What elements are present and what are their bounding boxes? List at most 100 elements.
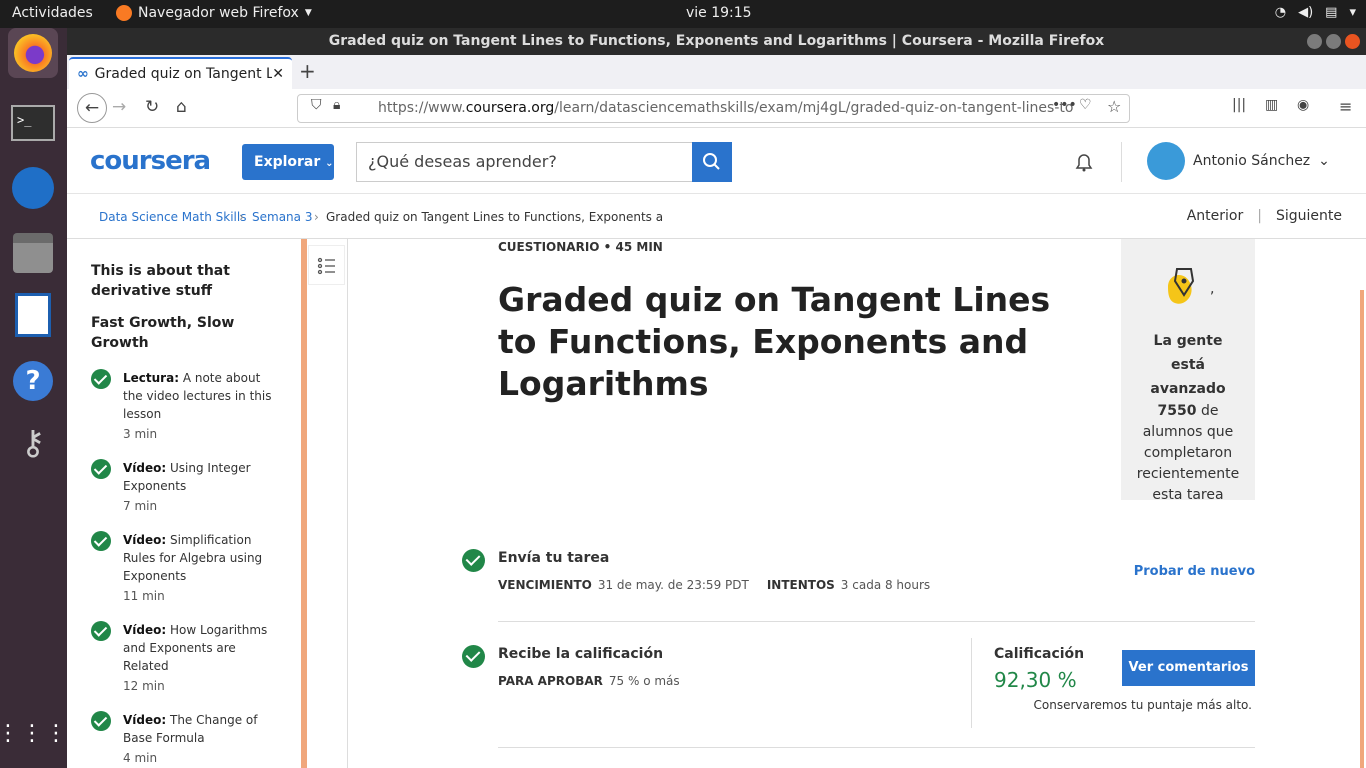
item-duration: 11 min [123, 589, 165, 603]
dock-help[interactable]: ? [8, 356, 58, 406]
new-tab-button[interactable]: + [299, 59, 316, 83]
completed-check-icon [91, 711, 111, 731]
item-duration: 12 min [123, 679, 165, 693]
pass-label: PARA APROBAR [498, 674, 603, 688]
dock-passwords[interactable]: ⚷ [8, 418, 58, 468]
activities-button[interactable]: Actividades [12, 5, 93, 21]
bookmark-star-icon[interactable]: ☆ [1107, 97, 1121, 116]
completed-check-icon [91, 459, 111, 479]
next-link[interactable]: Siguiente [1276, 208, 1342, 224]
clock[interactable]: vie 19:15 [686, 5, 752, 21]
main-content: CUESTIONARIO • 45 MIN Graded quiz on Tan… [347, 239, 1357, 768]
breadcrumb: Data Science Math Skills › Semana 3 › Gr… [67, 194, 1366, 239]
url-bar[interactable]: https://www.coursera.org/learn/datascien… [297, 94, 1130, 123]
forward-button[interactable]: → [112, 97, 126, 117]
close-button[interactable] [1345, 34, 1360, 49]
notifications-bell-icon[interactable] [1072, 150, 1096, 178]
search-icon [703, 153, 720, 170]
back-button[interactable]: ← [77, 93, 107, 123]
previous-link[interactable]: Anterior [1187, 208, 1244, 224]
files-icon [13, 233, 53, 273]
sidebar-icon[interactable]: ▥ [1265, 97, 1278, 113]
pocket-icon[interactable]: ♡ [1079, 97, 1092, 113]
maximize-button[interactable] [1326, 34, 1341, 49]
grade-note: Conservaremos tu puntaje más alto. [1033, 698, 1253, 712]
breadcrumb-item-week[interactable]: Semana 3 [252, 210, 312, 224]
retry-button[interactable]: Probar de nuevo [1134, 564, 1255, 579]
volume-icon: ◀) [1298, 5, 1314, 20]
terminal-icon: >_ [11, 105, 55, 141]
dock-writer[interactable] [8, 290, 58, 340]
help-icon: ? [13, 361, 53, 401]
page-title: Graded quiz on Tangent Lines to Function… [498, 280, 1051, 403]
more-icon[interactable]: ••• [1052, 97, 1077, 113]
breadcrumb-item-current: Graded quiz on Tangent Lines to Function… [326, 210, 664, 224]
view-feedback-button[interactable]: Ver comentarios [1122, 650, 1255, 686]
pass-value: 75 % o más [608, 674, 680, 688]
page-scrollbar[interactable] [1360, 290, 1364, 768]
tab-bar: ∞ Graded quiz on Tangent Lines to Functi… [67, 55, 1366, 89]
menu-icon[interactable]: ≡ [1339, 97, 1352, 116]
browser-tab[interactable]: ∞ Graded quiz on Tangent Lines to Functi… [69, 57, 292, 89]
completed-check-icon [91, 369, 111, 389]
search-button[interactable] [692, 142, 732, 182]
chevron-down-icon: ⌄ [1318, 153, 1330, 169]
receive-grade-row: Recibe la calificación PARA APROBAR 75 % … [462, 638, 1255, 728]
item-duration: 7 min [123, 499, 158, 513]
account-icon[interactable]: ◉ [1297, 97, 1309, 113]
home-button[interactable]: ⌂ [176, 97, 187, 117]
due-label: VENCIMIENTO [498, 578, 592, 592]
learner-progress-card: , La gente está avanzado 7550 de alumnos… [1121, 239, 1255, 503]
close-icon[interactable]: ✕ [272, 66, 284, 82]
breadcrumb-item-course[interactable]: Data Science Math Skills [99, 210, 246, 224]
attempts-value: 3 cada 8 hours [840, 578, 931, 592]
reload-button[interactable]: ↻ [145, 97, 159, 117]
toggle-outline-button[interactable] [308, 245, 345, 285]
dock-thunderbird[interactable] [8, 163, 58, 213]
app-menu-label: Navegador web Firefox [138, 5, 299, 21]
breadcrumb-separator-icon: › [314, 210, 319, 224]
attempts-label: INTENTOS [766, 578, 835, 592]
dock-files[interactable] [8, 228, 58, 278]
grid-icon: ⋮⋮⋮ [0, 720, 69, 746]
grade-panel: Calificación 92,30 % [971, 638, 1084, 728]
coursera-header: coursera Explorar ⌄ ¿Qué deseas aprender… [67, 128, 1366, 194]
completed-check-icon [462, 549, 485, 572]
completed-check-icon [91, 531, 111, 551]
tab-title: Graded quiz on Tangent Lines to Function… [94, 66, 273, 82]
coursera-favicon-icon: ∞ [77, 66, 89, 82]
search-input[interactable]: ¿Qué deseas aprender? [356, 142, 693, 182]
submit-assignment-row: Envía tu tarea VENCIMIENTO 31 de may. de … [462, 549, 1255, 592]
learner-count: 7550 [1157, 403, 1197, 419]
coursera-logo[interactable]: coursera [90, 146, 211, 176]
dock-terminal[interactable]: >_ [8, 98, 58, 148]
explore-button[interactable]: Explorar ⌄ [242, 144, 334, 180]
module-title: Fast Growth, Slow Growth [91, 315, 235, 351]
app-menu[interactable]: Navegador web Firefox ▼ [116, 5, 312, 21]
user-name: Antonio Sánchez [1193, 153, 1311, 169]
library-icon[interactable]: ||| [1232, 97, 1246, 113]
grade-value: 92,30 % [994, 668, 1077, 692]
system-tray[interactable]: ◔ ◀) ▤ ▾ [1275, 5, 1356, 20]
url-domain: coursera.org [465, 100, 555, 116]
minimize-button[interactable] [1307, 34, 1322, 49]
dock-firefox[interactable] [8, 28, 58, 78]
url-path: /learn/datasciencemathskills/exam/mj4gL/… [554, 100, 1074, 116]
pen-nib-icon [1168, 268, 1195, 304]
item-kicker: CUESTIONARIO • 45 MIN [498, 240, 663, 254]
divider [498, 747, 1255, 748]
window-titlebar: Graded quiz on Tangent Lines to Function… [67, 28, 1366, 55]
dock-show-apps[interactable]: ⋮⋮⋮ [0, 708, 67, 758]
chevron-down-icon: ▾ [1349, 5, 1356, 20]
wifi-icon: ◔ [1274, 5, 1287, 20]
item-duration: 4 min [123, 751, 158, 765]
lock-icon[interactable]: 🔒︎ [333, 97, 340, 113]
avatar [1147, 142, 1185, 180]
system-top-bar: Actividades Navegador web Firefox ▼ vie … [0, 0, 1366, 28]
header-divider [1121, 142, 1122, 182]
shield-icon[interactable]: ⛉ [311, 97, 322, 113]
grade-label: Calificación [994, 646, 1085, 662]
firefox-icon [116, 5, 132, 21]
user-menu[interactable]: Antonio Sánchez ⌄ [1147, 142, 1330, 180]
list-icon [317, 257, 335, 275]
